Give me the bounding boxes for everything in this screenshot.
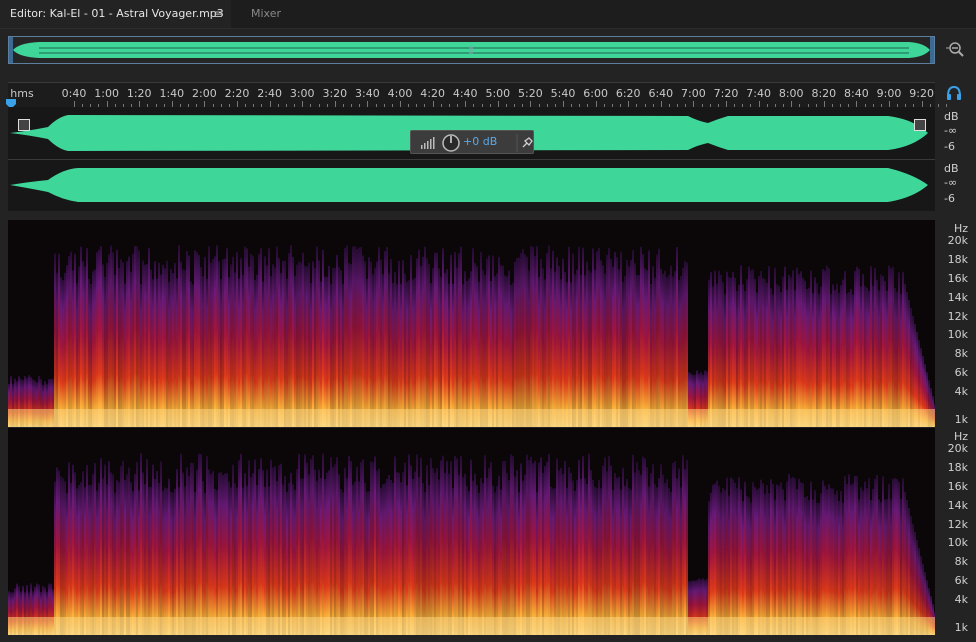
tab-menu-icon[interactable]: ≡ — [213, 0, 223, 28]
ruler-tick-label: 9:00 — [876, 87, 902, 100]
ruler-tick-label: 6:00 — [583, 87, 608, 100]
ruler-tick-label: 1:40 — [159, 87, 185, 100]
ruler-tick-label: 7:00 — [681, 87, 706, 100]
ruler-tick-label: 8:40 — [844, 87, 869, 100]
ruler-tick-label: 3:20 — [322, 87, 348, 100]
ruler-tick-label: 3:40 — [355, 87, 380, 100]
hz-tick-label: 18k — [947, 253, 968, 266]
view-splitter[interactable] — [8, 211, 935, 222]
ruler-tick — [937, 104, 939, 107]
overview-waveform — [9, 37, 934, 63]
ruler-tick-label: 5:00 — [485, 87, 511, 100]
level-meter-icon — [421, 137, 435, 149]
db-inf-top: -∞ — [944, 124, 958, 137]
hz-tick-label: 14k — [947, 291, 968, 304]
hz-tick-label: 6k — [954, 366, 968, 379]
ruler-tick-label: 7:20 — [713, 87, 739, 100]
overview-navigator[interactable] — [8, 36, 935, 64]
ruler-tick-label: 4:20 — [420, 87, 445, 100]
time-ruler[interactable]: hms 0:40 1:00 1:20 1:40 2:00 2:20 2:40 3:00 3:20… — [8, 82, 948, 107]
gain-knob-icon — [442, 134, 460, 152]
hz-tick-label: 8k — [954, 555, 968, 568]
ruler-tick-label: 2:00 — [192, 87, 217, 100]
db-minus6-top: -6 — [944, 140, 955, 153]
ruler-tick-label: 2:20 — [224, 87, 250, 100]
ruler-tick-label: 8:00 — [778, 87, 804, 100]
spectrogram-left-svg — [8, 220, 936, 427]
ruler-tick-label: 6:20 — [615, 87, 641, 100]
hz-tick-label: 18k — [947, 461, 968, 474]
waveform-channel-right[interactable] — [8, 160, 935, 211]
ruler-tick-label: 4:00 — [387, 87, 413, 100]
ruler-tick-label: 3:00 — [289, 87, 315, 100]
gain-value[interactable]: +0 dB — [463, 135, 497, 148]
zoom-navigator-icon[interactable] — [944, 38, 966, 60]
fade-out-handle[interactable] — [914, 119, 926, 131]
hz-tick-label: 1k — [954, 621, 968, 634]
waveform-right-svg — [10, 168, 928, 202]
db-minus6-bottom: -6 — [944, 192, 955, 205]
db-inf-bottom: -∞ — [944, 176, 958, 189]
ruler-tick-label: 8:20 — [811, 87, 837, 100]
hz-tick-label: 20k — [947, 442, 968, 455]
tab-editor[interactable]: Editor: Kal-El - 01 - Astral Voyager.mp3… — [0, 0, 231, 28]
ruler-tick-label: 1:20 — [126, 87, 152, 100]
db-unit-bottom: dB — [944, 162, 959, 175]
ruler-tick-label: 2:40 — [257, 87, 282, 100]
hz-tick-label: 10k — [947, 328, 968, 341]
ruler-tick — [946, 104, 948, 107]
hz-tick-label: 4k — [954, 385, 968, 398]
db-unit-top: dB — [944, 110, 959, 123]
ruler-tick-label: 9:20 — [909, 87, 934, 100]
hz-tick-label: 16k — [947, 480, 968, 493]
fade-in-handle[interactable] — [18, 119, 30, 131]
hz-tick-label: 6k — [954, 574, 968, 587]
hz-tick-label: 1k — [954, 413, 968, 426]
ruler-tick-label: 5:20 — [518, 87, 543, 100]
hz-tick-label: 4k — [954, 593, 968, 606]
hz-tick-label: 10k — [947, 536, 968, 549]
spectrogram-right[interactable] — [8, 428, 936, 635]
hz-tick-label: 16k — [947, 272, 968, 285]
playhead-icon[interactable] — [6, 94, 16, 109]
tab-mixer[interactable]: Mixer — [231, 0, 301, 28]
ruler-tick-label: 1:00 — [94, 87, 119, 100]
hz-tick-label: 12k — [947, 518, 968, 531]
pin-icon — [522, 137, 533, 148]
hz-tick-label: 14k — [947, 499, 968, 512]
ruler-tick-label: 0:40 — [61, 87, 87, 100]
spectrogram-right-svg — [8, 428, 936, 635]
hz-tick-label: 12k — [947, 310, 968, 323]
headphones-icon[interactable] — [944, 84, 964, 102]
ruler-tick-label: 7:40 — [746, 87, 771, 100]
channel-divider — [8, 159, 935, 160]
ruler-tick-label: 4:40 — [452, 87, 478, 100]
tab-bar: Editor: Kal-El - 01 - Astral Voyager.mp3… — [0, 0, 976, 29]
hz-tick-label: 8k — [954, 347, 968, 360]
ruler-tick-label: 6:40 — [648, 87, 674, 100]
spectrogram-left[interactable] — [8, 220, 936, 427]
tab-editor-label: Editor: Kal-El - 01 - Astral Voyager.mp3 — [10, 7, 224, 20]
hz-tick-label: 20k — [947, 234, 968, 247]
ruler-tick-label: 5:40 — [550, 87, 576, 100]
